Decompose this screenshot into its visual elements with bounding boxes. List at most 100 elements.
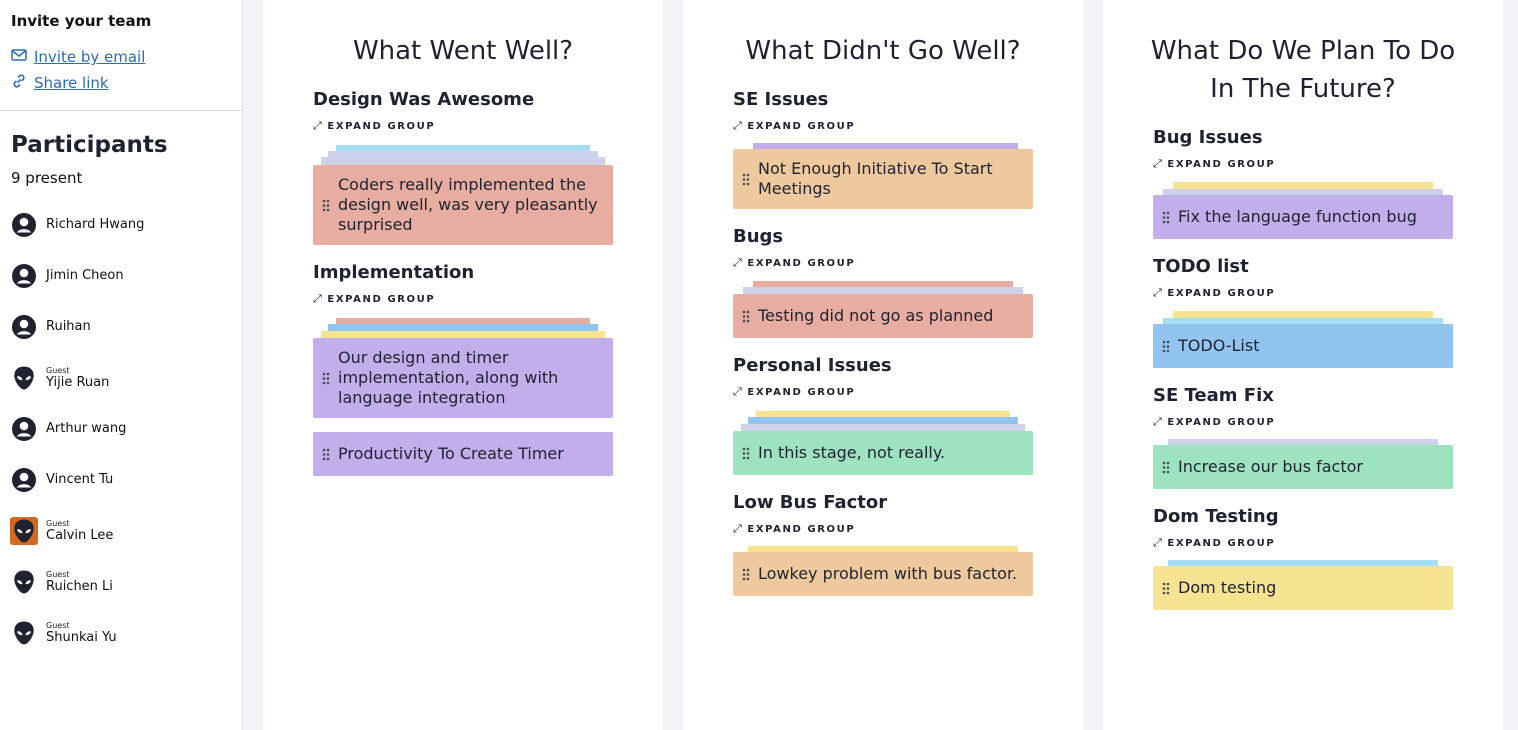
retro-card[interactable]: Testing did not go as planned: [733, 294, 1033, 338]
expand-group-button[interactable]: ⤢ EXPAND GROUP: [313, 119, 435, 133]
share-link-label[interactable]: Share link: [34, 74, 109, 92]
participant-names: Guest Ruichen Li: [46, 570, 113, 595]
drag-handle-icon[interactable]: [1153, 211, 1178, 224]
retro-card[interactable]: Our design and timer implementation, alon…: [313, 338, 613, 418]
group-title[interactable]: Implementation: [313, 262, 474, 283]
participant-item: Guest Yijie Ruan: [10, 363, 235, 393]
drag-handle-icon[interactable]: [733, 173, 758, 186]
drag-handle-icon[interactable]: [733, 310, 758, 323]
expand-group-button[interactable]: ⤢ EXPAND GROUP: [733, 119, 855, 133]
card-text-line: Lowkey problem with bus factor.: [758, 564, 1018, 583]
expand-group-button[interactable]: ⤢ EXPAND GROUP: [1153, 157, 1275, 171]
group-title[interactable]: Personal Issues: [733, 355, 892, 376]
group-title[interactable]: TODO list: [1153, 256, 1249, 277]
user-avatar-icon: [10, 415, 38, 443]
drag-handle-icon[interactable]: [313, 372, 338, 385]
expand-arrows-icon: ⤢: [1153, 157, 1164, 170]
retro-card[interactable]: Fix the language function bug: [1153, 195, 1453, 239]
card-text: Testing did not go as planned: [758, 306, 1003, 326]
expand-group-button[interactable]: ⤢ EXPAND GROUP: [733, 385, 855, 399]
expand-arrows-icon: ⤢: [733, 119, 744, 132]
expand-group-button[interactable]: ⤢ EXPAND GROUP: [1153, 536, 1275, 550]
user-avatar-icon: [10, 262, 38, 290]
participant-item: Jimin Cheon: [10, 261, 235, 291]
group-title[interactable]: Design Was Awesome: [313, 89, 534, 110]
alien-avatar-icon: [10, 619, 38, 647]
invite-by-email-label[interactable]: Invite by email: [34, 48, 145, 66]
drag-handle-icon[interactable]: [1153, 461, 1178, 474]
drag-handle-icon[interactable]: [733, 568, 758, 581]
card-text-line: Fix the language function bug: [1178, 207, 1417, 226]
drag-handle-icon[interactable]: [313, 199, 338, 212]
drag-handle-icon[interactable]: [733, 447, 758, 460]
expand-arrows-icon: ⤢: [733, 385, 744, 398]
expand-arrows-icon: ⤢: [313, 119, 324, 132]
expand-group-button[interactable]: ⤢ EXPAND GROUP: [313, 292, 435, 306]
retro-card[interactable]: Dom testing: [1153, 566, 1453, 610]
participant-item: Ruihan: [10, 312, 235, 342]
group-title[interactable]: Bugs: [733, 226, 783, 247]
card-text-line: language integration: [338, 388, 506, 407]
retro-card[interactable]: Productivity To Create Timer: [313, 432, 613, 476]
card-text-line: Coders really implemented the: [338, 175, 586, 194]
alien-avatar-icon: [10, 364, 38, 392]
group-title[interactable]: Dom Testing: [1153, 506, 1279, 527]
retro-card[interactable]: Not Enough Initiative To Start Meetings: [733, 149, 1033, 209]
guest-label: Guest: [46, 620, 70, 630]
expand-group-label: EXPAND GROUP: [1167, 287, 1276, 299]
group-title[interactable]: Low Bus Factor: [733, 492, 887, 513]
participant-names: Guest Yijie Ruan: [46, 366, 109, 391]
expand-arrows-icon: ⤢: [1153, 536, 1164, 549]
participant-names: Arthur wang: [46, 421, 126, 437]
expand-group-button[interactable]: ⤢ EXPAND GROUP: [733, 522, 855, 536]
expand-group-label: EXPAND GROUP: [747, 120, 856, 132]
card-text-line: TODO-List: [1178, 336, 1260, 355]
participant-name: Jimin Cheon: [46, 268, 124, 283]
participant-name: Yijie Ruan: [46, 374, 110, 390]
card-text: Productivity To Create Timer: [338, 444, 574, 464]
card-text-line: design well, was very pleasantly: [338, 195, 598, 214]
retro-card[interactable]: Increase our bus factor: [1153, 445, 1453, 489]
expand-arrows-icon: ⤢: [733, 256, 744, 269]
mail-icon: [11, 47, 27, 67]
guest-label: Guest: [46, 569, 70, 579]
group-title[interactable]: SE Issues: [733, 89, 828, 110]
participant-name: Vincent Tu: [46, 472, 114, 487]
column-title: In The Future?: [1210, 74, 1396, 104]
share-link[interactable]: Share link: [11, 73, 109, 93]
expand-group-label: EXPAND GROUP: [747, 257, 856, 269]
participant-item: Richard Hwang: [10, 210, 235, 240]
participant-name: Ruihan: [46, 319, 91, 334]
stacked-card-edge: [321, 157, 605, 165]
card-text: Dom testing: [1178, 578, 1286, 598]
expand-group-button[interactable]: ⤢ EXPAND GROUP: [1153, 415, 1275, 429]
group-title[interactable]: SE Team Fix: [1153, 385, 1274, 406]
card-text: TODO-List: [1178, 336, 1269, 356]
user-avatar-icon: [10, 466, 38, 494]
expand-group-button[interactable]: ⤢ EXPAND GROUP: [733, 256, 855, 270]
drag-handle-icon[interactable]: [1153, 340, 1178, 353]
card-text: Increase our bus factor: [1178, 457, 1373, 477]
card-text: Fix the language function bug: [1178, 207, 1427, 227]
retro-card[interactable]: In this stage, not really.: [733, 431, 1033, 475]
expand-group-button[interactable]: ⤢ EXPAND GROUP: [1153, 286, 1275, 300]
guest-label: Guest: [46, 365, 70, 375]
drag-handle-icon[interactable]: [1153, 582, 1178, 595]
card-text-line: Not Enough Initiative To Start: [758, 159, 993, 178]
column-title: What Went Well?: [352, 36, 574, 66]
user-avatar-icon: [10, 211, 38, 239]
expand-group-label: EXPAND GROUP: [1167, 537, 1276, 549]
guest-label: Guest: [46, 518, 70, 528]
invite-by-email-link[interactable]: Invite by email: [11, 47, 145, 67]
column-didnt-go-well: What Didn't Go Well? SE Issues ⤢ EXPAND GRO…: [683, 0, 1083, 730]
alien-avatar-icon: [10, 517, 38, 545]
expand-group-label: EXPAND GROUP: [1167, 416, 1276, 428]
sidebar-divider: [0, 110, 242, 111]
retro-card[interactable]: Lowkey problem with bus factor.: [733, 552, 1033, 596]
drag-handle-icon[interactable]: [313, 448, 338, 461]
participant-name: Arthur wang: [46, 421, 127, 436]
retro-card[interactable]: Coders really implemented the design well…: [313, 165, 613, 245]
participant-names: Jimin Cheon: [46, 268, 124, 284]
group-title[interactable]: Bug Issues: [1153, 127, 1263, 148]
retro-card[interactable]: TODO-List: [1153, 324, 1453, 368]
